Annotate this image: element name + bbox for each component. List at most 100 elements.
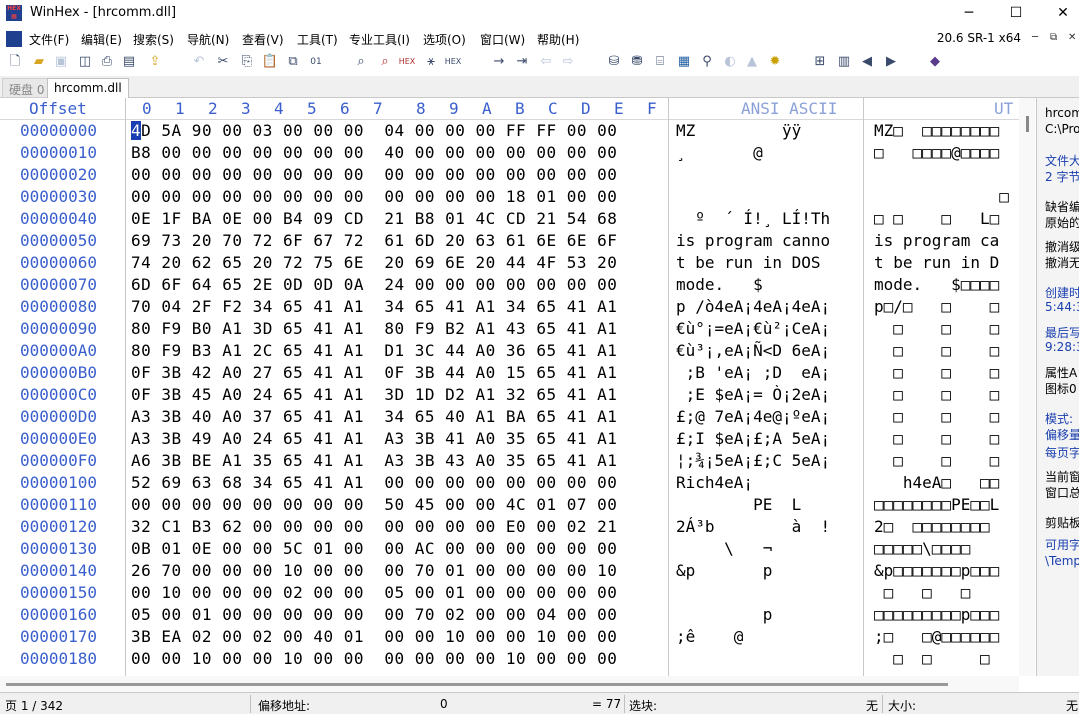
hex-row[interactable]: 69 73 20 70 72 6F 67 72 61 6D 20 63 61 6…: [131, 231, 617, 250]
row-offset[interactable]: 000000D0: [20, 407, 97, 426]
unicode-row[interactable]: □ □ □: [874, 583, 1019, 602]
print-icon[interactable]: ⎙: [98, 53, 116, 71]
row-offset[interactable]: 000000F0: [20, 451, 97, 470]
unicode-row[interactable]: mode. $□□□□: [874, 275, 1019, 294]
hex-row[interactable]: 26 70 00 00 00 10 00 00 00 70 01 00 00 0…: [131, 561, 617, 580]
ansi-row[interactable]: ;B 'eA¡ ;D eA¡: [676, 363, 862, 382]
unicode-row[interactable]: □ □ □: [874, 341, 1019, 360]
ansi-row[interactable]: €ù³¡,eA¡Ñ<D 6eA¡: [676, 341, 862, 360]
hex-row[interactable]: 74 20 62 65 20 72 75 6E 20 69 6E 20 44 4…: [131, 253, 617, 272]
tape-icon[interactable]: ⌸: [651, 53, 669, 71]
next-icon[interactable]: ▶: [882, 53, 900, 71]
row-offset[interactable]: 00000160: [20, 605, 97, 624]
ansi-row[interactable]: t be run in DOS: [676, 253, 862, 272]
hex-row[interactable]: 3B EA 02 00 02 00 40 01 00 00 10 00 00 1…: [131, 627, 617, 646]
add-disk-icon[interactable]: ⛃: [628, 53, 646, 71]
replace-hex-icon[interactable]: HEX: [444, 53, 462, 71]
menu-specialist-tools[interactable]: 专业工具(I): [349, 31, 410, 48]
row-offset[interactable]: 000000C0: [20, 385, 97, 404]
hex-row[interactable]: 32 C1 B3 62 00 00 00 00 00 00 00 00 E0 0…: [131, 517, 617, 536]
find-replace-icon[interactable]: ⌕: [376, 53, 394, 71]
hex-row[interactable]: A3 3B 40 A0 37 65 41 A1 34 65 40 A1 BA 6…: [131, 407, 617, 426]
mdi-close-button[interactable]: ✕: [1068, 32, 1076, 43]
menu-options[interactable]: 选项(O): [423, 31, 466, 48]
ansi-row[interactable]: €ù°¡=eA¡€ù²¡CeA¡: [676, 319, 862, 338]
hex-row[interactable]: 00 10 00 00 00 02 00 00 05 00 01 00 00 0…: [131, 583, 617, 602]
compare-icon[interactable]: ◐: [721, 53, 739, 71]
ansi-row[interactable]: &p p: [676, 561, 862, 580]
hex-row[interactable]: 0F 3B 45 A0 24 65 41 A1 3D 1D D2 A1 32 6…: [131, 385, 617, 404]
binary-icon[interactable]: 01: [307, 53, 325, 71]
ansi-row[interactable]: º ´ Í!¸ LÍ!Th: [676, 209, 862, 228]
close-button[interactable]: ✕: [1040, 2, 1079, 24]
hex-row[interactable]: A3 3B 49 A0 24 65 41 A1 A3 3B 41 A0 35 6…: [131, 429, 617, 448]
save-icon[interactable]: ▣: [52, 53, 70, 71]
unicode-row[interactable]: □ □ □: [874, 649, 1019, 668]
hex-row[interactable]: 00 00 00 00 00 00 00 00 00 00 00 00 00 0…: [131, 165, 617, 184]
minimize-button[interactable]: ─: [946, 2, 992, 24]
unicode-row[interactable]: □ □ □: [874, 385, 1019, 404]
cut-icon[interactable]: ✂: [214, 53, 232, 71]
unicode-row[interactable]: □ □ □: [874, 407, 1019, 426]
menu-edit[interactable]: 编辑(E): [81, 31, 122, 48]
hex-row[interactable]: 00 00 00 00 00 00 00 00 50 45 00 00 4C 0…: [131, 495, 617, 514]
save-all-icon[interactable]: ◫: [76, 53, 94, 71]
menu-help[interactable]: 帮助(H): [537, 31, 579, 48]
ansi-row[interactable]: 2Á³b à !: [676, 517, 862, 536]
menu-file[interactable]: 文件(F): [29, 31, 69, 48]
vertical-scrollbar[interactable]: [1019, 98, 1035, 676]
ansi-row[interactable]: PE L: [676, 495, 862, 514]
find-text-icon[interactable]: ⚹: [422, 53, 440, 71]
mdi-restore-button[interactable]: ⧉: [1050, 32, 1057, 43]
tab-disk-0[interactable]: 硬盘 0: [2, 78, 52, 98]
ansi-row[interactable]: ¸ @: [676, 143, 862, 162]
horizontal-scrollbar[interactable]: [0, 676, 1019, 692]
row-offset[interactable]: 00000010: [20, 143, 97, 162]
hex-row[interactable]: 05 00 01 00 00 00 00 00 00 70 02 00 00 0…: [131, 605, 617, 624]
hex-row[interactable]: 0E 1F BA 0E 00 B4 09 CD 21 B8 01 4C CD 2…: [131, 209, 617, 228]
row-offset[interactable]: 000000B0: [20, 363, 97, 382]
ansi-row[interactable]: mode. $: [676, 275, 862, 294]
unicode-row[interactable]: □□□□□\□□□□: [874, 539, 1019, 558]
ansi-row[interactable]: £;I $eA¡£;A 5eA¡: [676, 429, 862, 448]
unicode-row[interactable]: □□□□□□□□□p□□□: [874, 605, 1019, 624]
paste-icon[interactable]: 📋: [261, 53, 279, 71]
unicode-row[interactable]: MZ□ □□□□□□□□: [874, 121, 1019, 140]
find-hex-icon[interactable]: HEX: [398, 53, 416, 71]
copy-icon[interactable]: ⎘: [238, 53, 256, 71]
ram-icon[interactable]: ▲: [743, 53, 761, 71]
hex-row[interactable]: 80 F9 B0 A1 3D 65 41 A1 80 F9 B2 A1 43 6…: [131, 319, 617, 338]
row-offset[interactable]: 00000050: [20, 231, 97, 250]
row-offset[interactable]: 00000060: [20, 253, 97, 272]
unicode-row[interactable]: □ □ □: [874, 319, 1019, 338]
ansi-row[interactable]: MZ ÿÿ: [676, 121, 862, 140]
horizontal-scroll-thumb[interactable]: [6, 683, 948, 686]
vertical-scroll-thumb[interactable]: [1026, 116, 1029, 132]
row-offset[interactable]: 000000A0: [20, 341, 97, 360]
row-offset[interactable]: 00000000: [20, 121, 97, 140]
row-offset[interactable]: 00000140: [20, 561, 97, 580]
hex-row[interactable]: 0B 01 0E 00 00 5C 01 00 00 AC 00 00 00 0…: [131, 539, 617, 558]
unicode-row[interactable]: □□□□□□□□PE□□L: [874, 495, 1019, 514]
hex-row[interactable]: 70 04 2F F2 34 65 41 A1 34 65 41 A1 34 6…: [131, 297, 617, 316]
unicode-row[interactable]: &p□□□□□□□p□□□: [874, 561, 1019, 580]
settings-gear-icon[interactable]: ✹: [766, 53, 784, 71]
unicode-row[interactable]: t be run in D: [874, 253, 1019, 272]
row-offset[interactable]: 00000080: [20, 297, 97, 316]
row-offset[interactable]: 000000E0: [20, 429, 97, 448]
row-offset[interactable]: 00000070: [20, 275, 97, 294]
row-offset[interactable]: 00000120: [20, 517, 97, 536]
unicode-row[interactable]: p□/□ □ □: [874, 297, 1019, 316]
hex-row[interactable]: A6 3B BE A1 35 65 41 A1 A3 3B 43 A0 35 6…: [131, 451, 617, 470]
ansi-row[interactable]: ¦;¾¡5eA¡£;C 5eA¡: [676, 451, 862, 470]
row-offset[interactable]: 00000090: [20, 319, 97, 338]
hex-row[interactable]: 0F 3B 42 A0 27 65 41 A1 0F 3B 44 A0 15 6…: [131, 363, 617, 382]
row-offset[interactable]: 00000180: [20, 649, 97, 668]
menu-search[interactable]: 搜索(S): [133, 31, 174, 48]
open-folder-icon[interactable]: ▰: [30, 53, 48, 71]
hex-row[interactable]: B8 00 00 00 00 00 00 00 40 00 00 00 00 0…: [131, 143, 617, 162]
row-offset[interactable]: 00000030: [20, 187, 97, 206]
row-offset[interactable]: 00000150: [20, 583, 97, 602]
unicode-row[interactable]: □ □ □: [874, 363, 1019, 382]
mdi-minimize-button[interactable]: ─: [1032, 32, 1038, 43]
